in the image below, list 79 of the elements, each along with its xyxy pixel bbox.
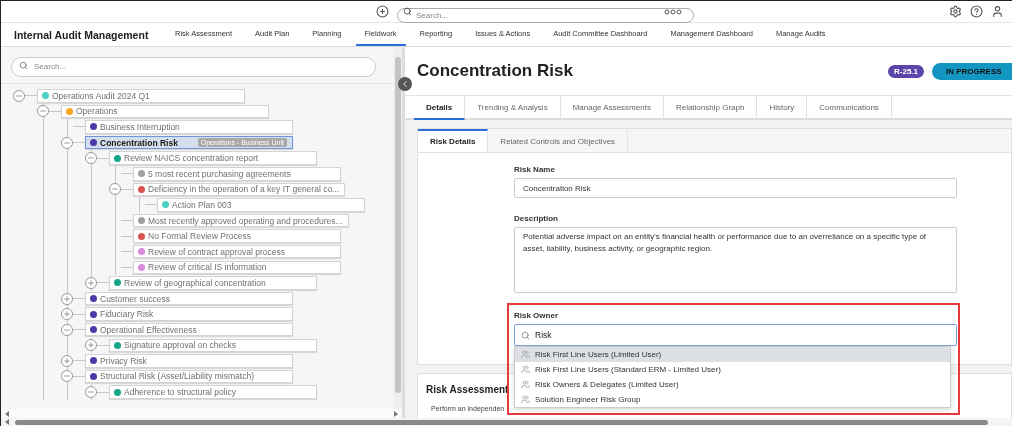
search-icon: [521, 330, 530, 340]
tree-node[interactable]: Operations Audit 2024 Q1: [37, 89, 245, 103]
status-badge: IN PROGRESS: [932, 62, 1012, 80]
expand-toggle[interactable]: [85, 339, 97, 352]
tree-node[interactable]: Review of contract approval process: [133, 245, 341, 259]
group-icon: [521, 365, 530, 374]
tree-node[interactable]: Review of geographical concentration: [109, 276, 317, 290]
group-icon: [521, 395, 530, 404]
collapse-toggle[interactable]: [13, 89, 25, 102]
dropdown-option[interactable]: Solution Engineer Risk Group: [515, 392, 950, 407]
dropdown-option[interactable]: Risk First Line Users (Limited User): [515, 347, 950, 362]
tree-node[interactable]: Business Interruption: [85, 120, 293, 134]
tree-node[interactable]: Action Plan 003: [157, 198, 365, 212]
tree-node[interactable]: Review NAICS concentration report: [109, 151, 317, 165]
tree-node[interactable]: Privacy Risk: [85, 354, 293, 368]
tree-node[interactable]: Deficiency in the operation of a key IT general co...: [133, 182, 346, 197]
chevron-left-icon: [400, 79, 410, 89]
collapse-toggle[interactable]: [61, 323, 73, 336]
search-icon: [19, 60, 28, 70]
horizontal-scrollbar[interactable]: [1, 409, 402, 418]
field-label: Risk Owner: [514, 311, 559, 320]
record-code-badge: R-25.1: [888, 64, 924, 78]
user-icon[interactable]: [991, 5, 1004, 18]
settings-icon[interactable]: [949, 5, 962, 18]
plus-icon: [63, 356, 71, 365]
section-title: Risk Assessment: [426, 384, 509, 395]
expand-toggle[interactable]: [61, 354, 73, 367]
description-field[interactable]: Potential adverse impact on an entity's financial health or performance due to an overreliance on a specific type of asset, liability, business activity, or geographic region.: [514, 227, 957, 293]
record-tab[interactable]: Communications: [807, 96, 892, 120]
record-tab[interactable]: History: [757, 96, 808, 120]
plus-icon: [63, 310, 71, 319]
global-search-field[interactable]: Search...: [397, 8, 694, 23]
record-tab[interactable]: Trending & Analysis: [465, 96, 561, 120]
expand-toggle[interactable]: [61, 308, 73, 321]
tree-node[interactable]: 5 most recent purchasing agreements: [133, 167, 341, 181]
field-label: Description: [514, 214, 559, 223]
tree-search-field[interactable]: Search...: [11, 56, 376, 77]
tree-node[interactable]: No Formal Review Process: [133, 229, 341, 243]
plus-icon: [87, 278, 95, 287]
field-label: Risk Name: [514, 165, 556, 174]
scroll-right-icon[interactable]: [394, 410, 398, 417]
add-icon[interactable]: [376, 5, 389, 18]
record-tab[interactable]: Manage Assessments: [560, 96, 664, 120]
plus-icon: [63, 294, 71, 303]
tree-node[interactable]: Structural Risk (Asset/Liability mismatch): [85, 369, 293, 384]
collapse-toggle[interactable]: [61, 370, 73, 383]
section-tab[interactable]: Risk Details: [418, 129, 489, 152]
section-tab[interactable]: Related Controls and Objectives: [488, 129, 629, 152]
group-icon: [521, 350, 530, 359]
expand-toggle[interactable]: [61, 292, 73, 305]
risk-owner-field[interactable]: Risk: [514, 324, 957, 346]
record-tab[interactable]: Details: [414, 96, 466, 120]
app-switcher[interactable]: Internal Audit Management: [1, 23, 166, 46]
more-icon[interactable]: [664, 8, 682, 15]
tree-node[interactable]: Review of critical IS information: [133, 260, 341, 275]
collapse-toggle[interactable]: [37, 105, 49, 118]
dropdown-option[interactable]: Risk First Line Users (Standard ERM - Limited User): [515, 362, 950, 377]
record-title: Concentration Risk: [417, 61, 573, 81]
help-icon[interactable]: [970, 5, 983, 18]
collapse-toggle[interactable]: [85, 152, 97, 165]
tree-node[interactable]: Customer success: [85, 291, 293, 306]
tree-node[interactable]: Adherence to structural policy: [109, 385, 317, 399]
tree-node[interactable]: Signature approval on checks: [109, 338, 317, 353]
vertical-scrollbar[interactable]: [393, 47, 402, 409]
risk-name-field[interactable]: Concentration Risk: [514, 178, 957, 198]
collapse-toggle[interactable]: [85, 386, 97, 399]
collapse-toggle[interactable]: [61, 136, 73, 149]
tree-node[interactable]: Fiduciary Risk: [85, 307, 293, 321]
dropdown-option[interactable]: Risk Owners & Delegates (Limited User): [515, 377, 950, 392]
group-icon: [521, 380, 530, 389]
record-tab[interactable]: Relationship Graph: [663, 96, 758, 120]
tree-node[interactable]: Operations: [61, 104, 269, 119]
page-scrollbar[interactable]: [1, 418, 1012, 426]
plus-icon: [87, 341, 95, 350]
search-icon: [403, 7, 412, 16]
expand-toggle[interactable]: [85, 276, 97, 289]
tree-node[interactable]: Most recently approved operating and procedures...: [133, 213, 349, 228]
collapse-toggle[interactable]: [109, 183, 121, 196]
tree-node[interactable]: Operational Effectiveness: [85, 322, 293, 337]
